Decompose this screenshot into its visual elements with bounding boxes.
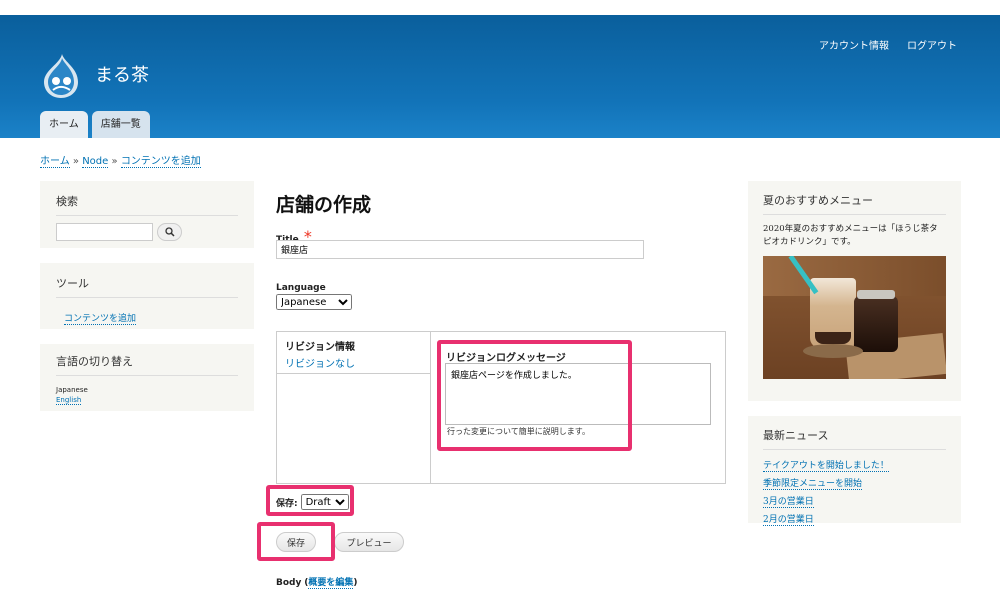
news-item[interactable]: 3月の営業日	[763, 497, 814, 508]
tools-block-title: ツール	[56, 275, 238, 298]
language-current[interactable]: Japanese	[56, 385, 238, 395]
search-block-title: 検索	[56, 193, 238, 216]
site-name[interactable]: まる茶	[95, 61, 149, 87]
highlight-revision-log	[437, 340, 632, 451]
search-input[interactable]	[56, 223, 153, 241]
title-input[interactable]	[276, 240, 644, 259]
tab-home[interactable]: ホーム	[40, 111, 88, 138]
news-block: 最新ニュース テイクアウトを開始しました！ 季節限定メニューを開始 3月の営業日…	[748, 416, 961, 526]
body-summary-link[interactable]: 概要を編集	[308, 578, 354, 589]
logout-link[interactable]: ログアウト	[907, 37, 957, 52]
body-field-label: Body (概要を編集)	[276, 578, 358, 589]
breadcrumb: ホーム » Node » コンテンツを追加	[40, 156, 201, 168]
page-title: 店舗の作成	[276, 194, 372, 216]
tools-block: ツール コンテンツを追加	[40, 263, 254, 329]
search-block: 検索	[40, 181, 254, 248]
highlight-save-button	[257, 522, 335, 561]
revision-tab-title: リビジョン情報	[285, 342, 355, 353]
recommend-block: 夏のおすすめメニュー 2020年夏のおすすめメニューは「ほうじ茶タピオカドリンク…	[748, 181, 961, 401]
search-icon	[164, 227, 175, 237]
recommend-block-title: 夏のおすすめメニュー	[763, 192, 946, 215]
breadcrumb-add-content[interactable]: コンテンツを追加	[120, 156, 201, 168]
breadcrumb-home[interactable]: ホーム	[40, 156, 70, 168]
search-button[interactable]	[157, 223, 182, 241]
account-link[interactable]: アカウント情報	[819, 37, 889, 52]
add-content-link[interactable]: コンテンツを追加	[64, 314, 137, 325]
language-select[interactable]: Japanese	[276, 294, 352, 310]
tapioca-drink-image	[763, 256, 946, 379]
top-strip	[0, 0, 1000, 15]
preview-button[interactable]: プレビュー	[334, 532, 404, 552]
drupal-logo-icon[interactable]	[40, 52, 82, 100]
language-label: Language	[276, 283, 326, 293]
secondary-menu: アカウント情報 ログアウト	[819, 37, 957, 52]
site-header: アカウント情報 ログアウト まる茶 ホーム 店舗一覧	[0, 15, 1000, 138]
breadcrumb-node[interactable]: Node	[82, 156, 109, 168]
revision-tab-summary: リビジョンなし	[285, 359, 355, 370]
main-menu-tabs: ホーム 店舗一覧	[40, 111, 150, 138]
news-item[interactable]: テイクアウトを開始しました！	[763, 461, 889, 472]
highlight-save-state	[266, 485, 354, 516]
language-switcher-block: 言語の切り替え Japanese English	[40, 344, 254, 411]
recommend-text: 2020年夏のおすすめメニューは「ほうじ茶タピオカドリンク」です。	[763, 224, 938, 247]
news-item[interactable]: 季節限定メニューを開始	[763, 479, 863, 490]
tab-store-list[interactable]: 店舗一覧	[91, 111, 150, 138]
news-block-title: 最新ニュース	[763, 427, 946, 450]
revision-tab[interactable]: リビジョン情報 リビジョンなし	[277, 332, 431, 374]
news-item[interactable]: 2月の営業日	[763, 515, 814, 526]
language-block-title: 言語の切り替え	[56, 353, 238, 376]
language-english-link[interactable]: English	[56, 396, 82, 405]
